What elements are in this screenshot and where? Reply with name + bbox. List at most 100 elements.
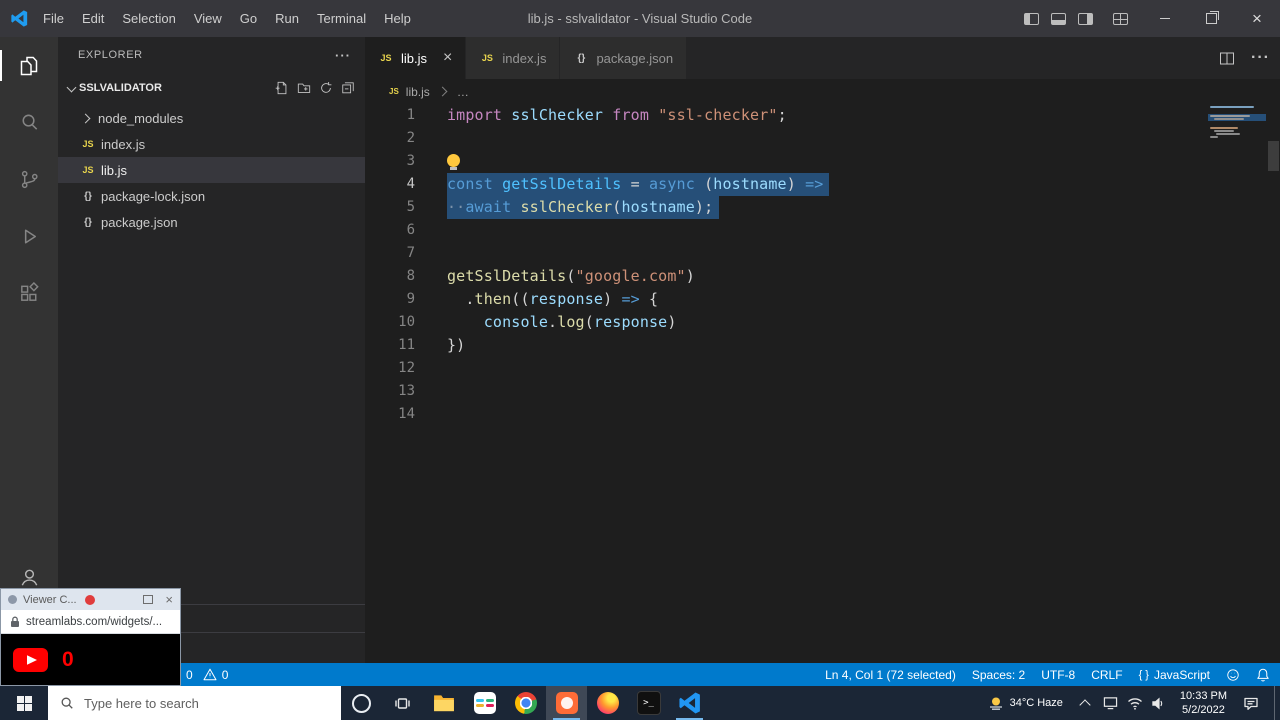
file-item-node_modules[interactable]: node_modules: [58, 105, 365, 131]
activity-extensions-icon[interactable]: [0, 265, 58, 322]
toggle-secondary-sidebar-icon[interactable]: [1078, 13, 1093, 25]
code-line-2[interactable]: 2: [365, 127, 1280, 150]
activity-bar: [0, 37, 58, 663]
split-editor-icon[interactable]: [1219, 51, 1235, 66]
display-tray-icon[interactable]: [1099, 696, 1123, 710]
firefox-button[interactable]: [587, 686, 628, 720]
indentation[interactable]: Spaces: 2: [972, 668, 1025, 682]
folder-section-header[interactable]: SSLVALIDATOR: [58, 73, 365, 103]
editor-more-actions-icon[interactable]: ···: [1251, 49, 1270, 67]
viewer-overlay-window[interactable]: Viewer C... × streamlabs.com/widgets/...…: [0, 588, 181, 686]
menu-item-selection[interactable]: Selection: [113, 0, 184, 37]
file-label: package.json: [101, 215, 178, 230]
close-button[interactable]: ×: [1234, 0, 1280, 37]
firefox-icon: [597, 692, 619, 714]
feedback-icon[interactable]: [1226, 668, 1240, 682]
weather-widget[interactable]: 34°C Haze: [978, 695, 1073, 711]
line-number: 9: [365, 288, 415, 311]
task-view-button[interactable]: [382, 686, 423, 720]
show-desktop-button[interactable]: [1274, 686, 1280, 720]
menu-item-view[interactable]: View: [185, 0, 231, 37]
minimap[interactable]: [1208, 105, 1266, 165]
volume-tray-icon[interactable]: [1147, 697, 1171, 710]
new-folder-icon[interactable]: [297, 81, 311, 95]
cortana-button[interactable]: [341, 686, 382, 720]
chrome-button[interactable]: [505, 686, 546, 720]
activity-explorer-icon[interactable]: [0, 37, 58, 94]
collapse-folders-icon[interactable]: [341, 81, 355, 95]
toggle-panel-icon[interactable]: [1051, 13, 1066, 25]
js-file-icon: JS: [389, 87, 399, 96]
slack-button[interactable]: [464, 686, 505, 720]
action-center-icon[interactable]: [1236, 696, 1266, 711]
file-item-package.json[interactable]: {}package.json: [58, 209, 365, 235]
start-button[interactable]: [0, 686, 48, 720]
breadcrumb-file[interactable]: lib.js: [406, 85, 430, 99]
close-icon[interactable]: ×: [443, 49, 452, 67]
editor-scrollbar[interactable]: [1268, 141, 1279, 171]
code-line-14[interactable]: 14: [365, 403, 1280, 426]
menu-item-file[interactable]: File: [34, 0, 73, 37]
tab-label: package.json: [596, 51, 673, 66]
tab-package.json[interactable]: {}package.json: [560, 37, 687, 79]
code-editor[interactable]: 1import sslChecker from "ssl-checker";23…: [365, 104, 1280, 663]
file-explorer-button[interactable]: [423, 686, 464, 720]
overlay-titlebar[interactable]: Viewer C... ×: [1, 589, 180, 610]
overlay-address-bar[interactable]: streamlabs.com/widgets/...: [1, 610, 180, 634]
code-line-4[interactable]: 4const getSslDetails = async (hostname) …: [365, 173, 1280, 196]
tab-index.js[interactable]: JSindex.js: [466, 37, 560, 79]
code-line-8[interactable]: 8getSslDetails("google.com"): [365, 265, 1280, 288]
cursor-position[interactable]: Ln 4, Col 1 (72 selected): [825, 668, 956, 682]
breadcrumb[interactable]: JS lib.js …: [365, 79, 1280, 104]
error-count: 0: [186, 668, 193, 682]
windows-logo-icon: [17, 696, 32, 711]
encoding[interactable]: UTF-8: [1041, 668, 1075, 682]
toggle-sidebar-icon[interactable]: [1024, 13, 1039, 25]
code-line-6[interactable]: 6: [365, 219, 1280, 242]
file-item-index.js[interactable]: JSindex.js: [58, 131, 365, 157]
overlay-close-icon[interactable]: ×: [165, 593, 173, 606]
language-mode[interactable]: { } JavaScript: [1139, 668, 1210, 682]
code-line-1[interactable]: 1import sslChecker from "ssl-checker";: [365, 104, 1280, 127]
file-label: lib.js: [101, 163, 127, 178]
code-line-5[interactable]: 5··await sslChecker(hostname);: [365, 196, 1280, 219]
explorer-more-actions-icon[interactable]: ···: [335, 48, 351, 63]
new-file-icon[interactable]: [275, 81, 289, 95]
code-line-3[interactable]: 3: [365, 150, 1280, 173]
activity-run-debug-icon[interactable]: [0, 208, 58, 265]
customize-layout-icon[interactable]: [1113, 13, 1128, 25]
activity-source-control-icon[interactable]: [0, 151, 58, 208]
code-line-10[interactable]: 10 console.log(response): [365, 311, 1280, 334]
menu-item-go[interactable]: Go: [231, 0, 266, 37]
taskbar-search[interactable]: [48, 686, 341, 720]
overlay-restore-icon[interactable]: [143, 595, 153, 604]
menu-item-edit[interactable]: Edit: [73, 0, 113, 37]
terminal-button[interactable]: >_: [628, 686, 669, 720]
postman-button[interactable]: [546, 686, 587, 720]
lightbulb-icon[interactable]: [447, 154, 460, 167]
restore-button[interactable]: [1188, 0, 1234, 37]
hidden-icons-chevron[interactable]: [1079, 699, 1090, 710]
wifi-tray-icon[interactable]: [1123, 697, 1147, 710]
menu-item-terminal[interactable]: Terminal: [308, 0, 375, 37]
code-line-11[interactable]: 11}): [365, 334, 1280, 357]
eol-sequence[interactable]: CRLF: [1091, 668, 1122, 682]
menu-item-run[interactable]: Run: [266, 0, 308, 37]
notifications-bell-icon[interactable]: [1256, 668, 1270, 682]
code-line-12[interactable]: 12: [365, 357, 1280, 380]
activity-search-icon[interactable]: [0, 94, 58, 151]
menu-item-help[interactable]: Help: [375, 0, 420, 37]
code-line-13[interactable]: 13: [365, 380, 1280, 403]
tab-lib.js[interactable]: JSlib.js×: [365, 37, 466, 79]
search-input[interactable]: [82, 695, 306, 712]
vscode-taskbar-button[interactable]: [669, 686, 710, 720]
taskbar-clock[interactable]: 10:33 PM 5/2/2022: [1171, 689, 1236, 717]
file-item-lib.js[interactable]: JSlib.js: [58, 157, 365, 183]
overlay-url[interactable]: streamlabs.com/widgets/...: [26, 616, 162, 628]
minimize-button[interactable]: [1142, 0, 1188, 37]
breadcrumb-symbol-ellipsis[interactable]: …: [457, 85, 469, 99]
code-line-7[interactable]: 7: [365, 242, 1280, 265]
refresh-icon[interactable]: [319, 81, 333, 95]
file-item-package-lock.json[interactable]: {}package-lock.json: [58, 183, 365, 209]
code-line-9[interactable]: 9 .then((response) => {: [365, 288, 1280, 311]
